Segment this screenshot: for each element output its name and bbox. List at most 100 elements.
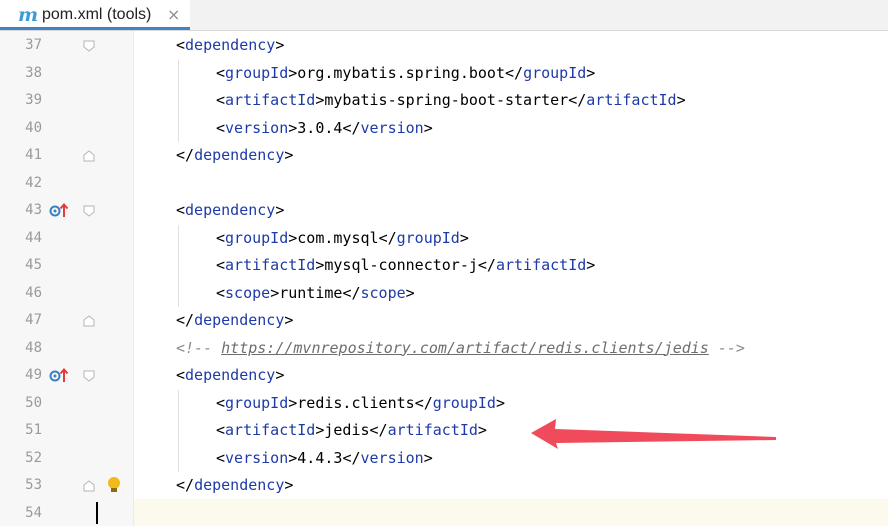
line-number: 45 [25, 257, 42, 273]
code-area[interactable]: <dependency> <groupId>org.mybatis.spring.… [134, 31, 888, 526]
fold-end-icon[interactable] [83, 480, 95, 492]
angle-bracket: > [275, 366, 285, 384]
code-line[interactable]: <dependency> [134, 362, 888, 389]
angle-bracket: < [176, 201, 186, 219]
xml-tag: dependency [194, 311, 285, 329]
code-line[interactable]: <dependency> [134, 32, 888, 59]
code-line[interactable]: <groupId>org.mybatis.spring.boot</groupI… [134, 60, 888, 87]
indent-guide [178, 224, 179, 307]
code-line[interactable]: </dependency> [134, 472, 888, 499]
line-number: 43 [25, 202, 42, 218]
angle-bracket: < [216, 63, 226, 82]
angle-bracket: > [284, 146, 294, 164]
xml-tag: dependency [185, 36, 276, 54]
line-number: 44 [25, 229, 42, 246]
text-caret [96, 502, 98, 524]
fold-start-icon[interactable] [83, 205, 95, 217]
code-line[interactable]: <dependency> [134, 197, 888, 224]
close-tab-icon[interactable]: × [167, 5, 180, 24]
code-line[interactable]: <artifactId>mybatis-spring-boot-starter<… [134, 87, 888, 114]
angle-bracket: < [216, 118, 226, 137]
code-line-text: <scope>runtime</scope> [216, 280, 415, 307]
line-number: 41 [25, 147, 42, 163]
code-line[interactable]: <artifactId>mysql-connector-j</artifactI… [134, 252, 888, 279]
xml-tag: artifactId [495, 256, 587, 274]
code-line[interactable] [134, 500, 888, 527]
angle-bracket: </ [568, 91, 587, 109]
angle-bracket: > [405, 283, 415, 302]
xml-value: 3.0.4 [297, 118, 343, 137]
code-editor[interactable]: 37 38 39 40 41 42 43 44 45 46 47 48 49 50 51 52 53 54 <de… [0, 31, 888, 526]
code-line[interactable]: <scope>runtime</scope> [134, 280, 888, 307]
code-line[interactable]: </dependency> [134, 142, 888, 169]
xml-tag: version [225, 118, 289, 137]
angle-bracket: </ [378, 228, 397, 247]
angle-bracket: > [275, 201, 285, 219]
code-line-text: <groupId>org.mybatis.spring.boot</groupI… [216, 60, 595, 87]
code-line[interactable]: </dependency> [134, 307, 888, 334]
fold-start-icon[interactable] [83, 370, 95, 382]
code-line[interactable]: <groupId>redis.clients</groupId> [134, 390, 888, 417]
angle-bracket: < [216, 283, 226, 302]
code-line-text: <dependency> [176, 32, 284, 59]
angle-bracket: < [216, 448, 226, 467]
code-line[interactable]: <groupId>com.mysql</groupId> [134, 225, 888, 252]
angle-bracket: </ [477, 256, 496, 274]
xml-value: com.mysql [297, 228, 379, 247]
fold-end-icon[interactable] [83, 315, 95, 327]
angle-bracket: </ [505, 63, 524, 82]
code-line[interactable]: <version>4.4.3</version> [134, 445, 888, 472]
lightbulb-icon[interactable] [106, 475, 122, 495]
angle-bracket: < [176, 36, 186, 54]
indent-guide [178, 389, 179, 472]
angle-bracket: < [176, 366, 186, 384]
xml-tag: dependency [185, 201, 276, 219]
tab-pom-xml[interactable]: m pom.xml (tools) × [0, 0, 190, 30]
angle-bracket: > [586, 256, 596, 274]
angle-bracket: > [477, 421, 487, 439]
tab-label: pom.xml (tools) [42, 6, 152, 23]
angle-bracket: < [216, 421, 226, 439]
maven-override-icon[interactable] [49, 202, 69, 220]
code-line[interactable]: <version>3.0.4</version> [134, 115, 888, 142]
angle-bracket: < [216, 393, 226, 412]
fold-end-icon[interactable] [83, 150, 95, 162]
code-line[interactable]: <!-- https://mvnrepository.com/artifact/… [134, 335, 888, 362]
comment-url-link[interactable]: https://mvnrepository.com/artifact/redis… [221, 339, 709, 357]
xml-tag: groupId [225, 393, 289, 412]
line-number: 51 [25, 422, 42, 438]
fold-start-icon[interactable] [83, 40, 95, 52]
comment-suffix: --> [708, 338, 745, 357]
angle-bracket: > [459, 228, 469, 247]
line-number: 48 [25, 339, 42, 356]
code-line[interactable]: <artifactId>jedis</artifactId> [134, 417, 888, 444]
angle-bracket: > [288, 118, 298, 137]
code-line-text: <dependency> [176, 197, 284, 224]
xml-tag: version [360, 448, 424, 467]
xml-tag: groupId [432, 393, 496, 412]
line-number: 38 [25, 64, 42, 81]
xml-value: mybatis-spring-boot-starter [324, 91, 569, 109]
xml-tag: artifactId [225, 91, 316, 109]
angle-bracket: </ [414, 393, 433, 412]
xml-tag: artifactId [387, 421, 478, 439]
code-line[interactable] [134, 170, 888, 197]
xml-tag: groupId [523, 63, 587, 82]
maven-override-icon[interactable] [49, 367, 69, 385]
editor-tab-bar: m pom.xml (tools) × [0, 0, 888, 31]
xml-value: runtime [279, 283, 343, 302]
xml-tag: artifactId [225, 256, 316, 274]
angle-bracket: > [288, 228, 298, 247]
code-line-text: </dependency> [176, 142, 293, 169]
angle-bracket: </ [176, 311, 195, 329]
line-number: 47 [25, 312, 42, 328]
xml-tag: groupId [396, 228, 460, 247]
angle-bracket: > [423, 118, 433, 137]
xml-tag: scope [360, 283, 406, 302]
xml-tag: groupId [225, 228, 289, 247]
code-line-text: <artifactId>mybatis-spring-boot-starter<… [216, 87, 686, 114]
line-number: 52 [25, 449, 42, 466]
xml-tag: version [360, 118, 424, 137]
angle-bracket: > [586, 63, 596, 82]
xml-tag: artifactId [586, 91, 677, 109]
